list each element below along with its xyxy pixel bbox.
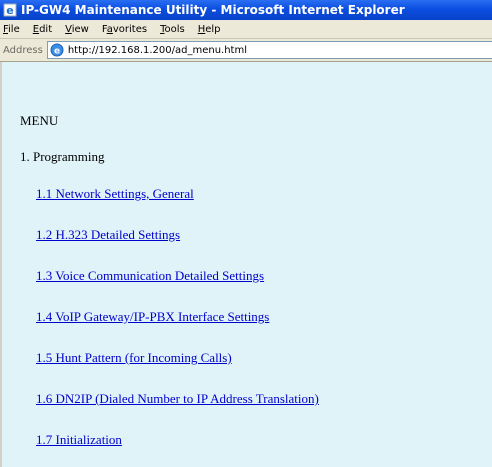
menu-bar: File Edit View Favorites Tools Help	[0, 20, 492, 39]
svg-text:e: e	[6, 4, 13, 17]
address-url: http://192.168.1.200/ad_menu.html	[67, 44, 247, 56]
menu-view[interactable]: View	[65, 24, 89, 35]
link-dn2ip[interactable]: 1.6 DN2IP (Dialed Number to IP Address T…	[36, 391, 319, 407]
menu-edit[interactable]: Edit	[33, 24, 52, 35]
menu-tools[interactable]: Tools	[160, 24, 185, 35]
link-hunt-pattern[interactable]: 1.5 Hunt Pattern (for Incoming Calls)	[36, 350, 232, 366]
link-voip-gateway-settings[interactable]: 1.4 VoIP Gateway/IP-PBX Interface Settin…	[36, 309, 269, 325]
ie-page-icon: e	[50, 43, 64, 57]
address-label: Address	[3, 44, 43, 56]
link-voice-communication-settings[interactable]: 1.3 Voice Communication Detailed Setting…	[36, 268, 264, 284]
menu-heading: MENU	[20, 113, 59, 128]
section-programming: 1. Programming	[20, 149, 105, 164]
svg-text:e: e	[54, 47, 60, 57]
link-initialization[interactable]: 1.7 Initialization	[36, 432, 122, 448]
page-content: MENU 1. Programming 1.1 Network Settings…	[0, 62, 492, 467]
window-title: IP-GW4 Maintenance Utility - Microsoft I…	[21, 3, 405, 17]
link-h323-settings[interactable]: 1.2 H.323 Detailed Settings	[36, 227, 180, 243]
address-input[interactable]: e http://192.168.1.200/ad_menu.html	[46, 41, 492, 59]
window-title-bar: e IP-GW4 Maintenance Utility - Microsoft…	[0, 0, 492, 20]
internet-explorer-icon: e	[3, 3, 17, 17]
menu-file[interactable]: File	[3, 24, 20, 35]
menu-favorites[interactable]: Favorites	[102, 24, 147, 35]
link-network-settings[interactable]: 1.1 Network Settings, General	[36, 186, 194, 202]
address-bar: Address e http://192.168.1.200/ad_menu.h…	[0, 39, 492, 62]
menu-help[interactable]: Help	[198, 24, 221, 35]
